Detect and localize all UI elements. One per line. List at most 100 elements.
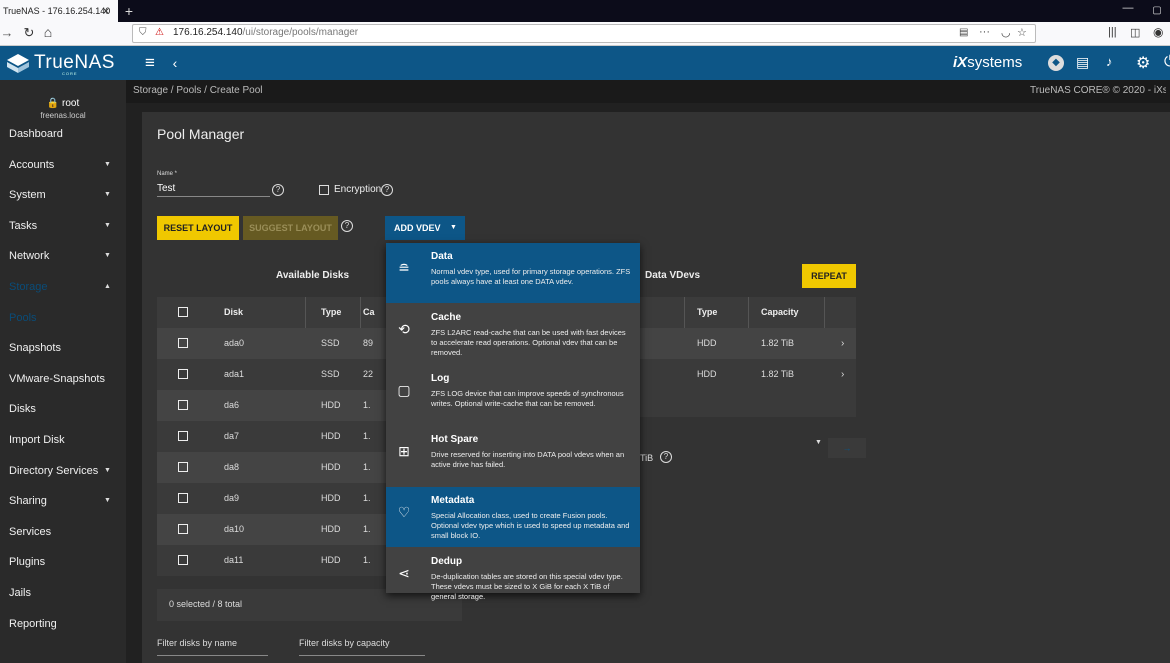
chevron-left-icon[interactable]: ‹ (168, 53, 182, 73)
pocket-icon[interactable]: ◡ (1001, 26, 1011, 39)
sidebar-item-label: Pools (9, 312, 37, 324)
chevron-down-icon: ▼ (104, 467, 111, 474)
suggest-layout-button[interactable]: SUGGEST LAYOUT (243, 216, 338, 240)
cell-disk: da7 (224, 431, 240, 441)
capacity-help-icon[interactable]: ? (660, 451, 672, 463)
row-checkbox[interactable] (178, 493, 188, 503)
row-checkbox[interactable] (178, 400, 188, 410)
maximize-window-icon[interactable]: ▢ (1149, 2, 1165, 20)
add-vdev-button[interactable]: ADD VDEV ▼ (385, 216, 465, 240)
url-text: 176.16.254.140/ui/storage/pools/manager (173, 27, 358, 38)
sidebar-item-snapshots[interactable]: Snapshots (0, 336, 126, 360)
column-header-disk[interactable]: Disk (224, 297, 304, 328)
app-top-bar: TrueNAS CORE ≡ ‹ iXsystems ◆ ▤ ♪ ⚙ ⏻ (0, 46, 1170, 80)
shield-icon[interactable]: ⛉ (139, 27, 147, 38)
sidebar-toggle-icon[interactable]: ◫ (1130, 26, 1140, 39)
menu-item-hot-spare[interactable]: ⊞ Hot Spare Drive reserved for inserting i… (386, 426, 640, 486)
sidebar-item-label: Dashboard (9, 128, 63, 140)
sidebar-item-sharing[interactable]: Sharing ▼ (0, 489, 126, 513)
cell-type: HDD (321, 400, 341, 410)
sidebar-item-services[interactable]: Services (0, 520, 126, 544)
menu-item-data[interactable]: ≘ Data Normal vdev type, used for primary … (386, 243, 640, 303)
task-manager-icon[interactable]: ▤ (1076, 54, 1089, 71)
sidebar-item-directory-services[interactable]: Directory Services ▼ (0, 459, 126, 483)
layout-help-icon[interactable]: ? (341, 220, 353, 232)
filter-name-input[interactable]: Filter disks by name (157, 638, 268, 656)
browser-tab-bar: TrueNAS - 176.16.254.140 × + — ▢ (0, 0, 1170, 22)
menu-item-description: Drive reserved for inserting into DATA p… (431, 450, 625, 469)
menu-item-cache[interactable]: ⟲ Cache ZFS L2ARC read-cache that can be u… (386, 304, 640, 364)
menu-item-description: ZFS L2ARC read-cache that can be used wi… (431, 328, 626, 357)
move-disks-button[interactable]: → (828, 438, 866, 458)
back-arrow-icon[interactable]: → (0, 25, 14, 40)
close-tab-icon[interactable]: × (98, 3, 114, 19)
reader-view-icon[interactable]: ▤ (959, 27, 968, 38)
column-header-ca[interactable]: Ca (363, 297, 378, 328)
sidebar-item-vmware-snapshots[interactable]: VMware-Snapshots (0, 367, 126, 391)
sidebar-item-storage[interactable]: Storage ▲ (0, 275, 126, 299)
sidebar-item-network[interactable]: Network ▼ (0, 244, 126, 268)
vdev-select-caret-icon[interactable]: ▼ (815, 439, 822, 446)
account-icon[interactable]: ◉ (1153, 25, 1163, 39)
library-icon[interactable]: ||| (1108, 26, 1117, 38)
row-checkbox[interactable] (178, 555, 188, 565)
menu-item-metadata[interactable]: ♡ Metadata Special Allocation class, used … (386, 487, 640, 547)
row-checkbox[interactable] (178, 338, 188, 348)
bell-icon[interactable]: ♪ (1106, 54, 1113, 69)
sidebar-item-label: Jails (9, 587, 32, 599)
sidebar-item-tasks[interactable]: Tasks ▼ (0, 214, 126, 238)
home-icon[interactable]: ⌂ (40, 24, 56, 40)
column-header-type[interactable]: Type (321, 297, 361, 328)
sidebar-item-reporting[interactable]: Reporting (0, 612, 126, 636)
menu-item-log[interactable]: ▢ Log ZFS LOG device that can improve spee… (386, 365, 640, 425)
encryption-help-icon[interactable]: ? (381, 184, 393, 196)
pool-name-input[interactable] (157, 180, 270, 197)
add-vdev-label: ADD VDEV (394, 223, 441, 233)
vdev-column-header[interactable]: Type (697, 297, 717, 328)
row-checkbox[interactable] (178, 369, 188, 379)
sidebar-item-system[interactable]: System ▼ (0, 183, 126, 207)
sidebar-item-disks[interactable]: Disks (0, 397, 126, 421)
left-sidebar: 🔒 root freenas.local Dashboard Accounts ▼ S… (0, 80, 126, 663)
reset-layout-button[interactable]: RESET LAYOUT (157, 216, 239, 240)
menu-item-dedup[interactable]: ⋖ Dedup De-duplication tables are stored o… (386, 548, 640, 608)
name-help-icon[interactable]: ? (272, 184, 284, 196)
power-icon[interactable]: ⏻ (1164, 53, 1170, 70)
sidebar-item-plugins[interactable]: Plugins (0, 550, 126, 574)
cell-type: HDD (697, 369, 717, 379)
row-checkbox[interactable] (178, 524, 188, 534)
chevron-right-icon[interactable]: › (841, 328, 844, 359)
select-all-checkbox[interactable] (178, 307, 188, 317)
vdev-disk-row[interactable]: HDD 1.82 TiB › (632, 328, 856, 359)
cell-cap: 89 (363, 338, 374, 348)
row-checkbox[interactable] (178, 462, 188, 472)
minimize-window-icon[interactable]: — (1120, 2, 1136, 20)
repeat-button[interactable]: REPEAT (802, 264, 856, 288)
bookmark-star-icon[interactable]: ☆ (1017, 26, 1027, 39)
sidebar-item-jails[interactable]: Jails (0, 581, 126, 605)
cell-cap: 1. (363, 431, 371, 441)
browser-tab[interactable]: TrueNAS - 176.16.254.140 × (0, 0, 118, 22)
row-checkbox[interactable] (178, 431, 188, 441)
hamburger-menu-icon[interactable]: ≡ (141, 53, 159, 73)
data-vdevs-heading: Data VDevs (645, 270, 701, 281)
clipboard-icon: ▢ (397, 382, 411, 398)
vdev-column-header[interactable]: Capacity (761, 297, 799, 328)
logo-subtext: CORE (62, 71, 78, 76)
sidebar-item-import-disk[interactable]: Import Disk (0, 428, 126, 452)
vdev-disk-row[interactable]: HDD 1.82 TiB › (632, 359, 856, 390)
gear-icon[interactable]: ⚙ (1136, 53, 1150, 73)
cell-capacity: 1.82 TiB (761, 338, 795, 348)
insecure-lock-icon[interactable]: ⚠ (155, 27, 164, 38)
more-actions-icon[interactable]: ··· (979, 26, 990, 38)
chevron-right-icon[interactable]: › (841, 359, 844, 390)
new-tab-button[interactable]: + (121, 1, 137, 21)
truecommand-icon[interactable]: ◆ (1048, 55, 1064, 71)
sidebar-item-pools[interactable]: Pools (0, 306, 126, 330)
filter-capacity-input[interactable]: Filter disks by capacity (299, 638, 425, 656)
reload-icon[interactable]: ↻ (22, 25, 36, 41)
address-bar[interactable]: ⛉ ⚠ 176.16.254.140/ui/storage/pools/mana… (132, 24, 1036, 43)
sidebar-item-dashboard[interactable]: Dashboard (0, 122, 126, 146)
sidebar-item-accounts[interactable]: Accounts ▼ (0, 153, 126, 177)
encryption-checkbox[interactable] (319, 185, 329, 195)
